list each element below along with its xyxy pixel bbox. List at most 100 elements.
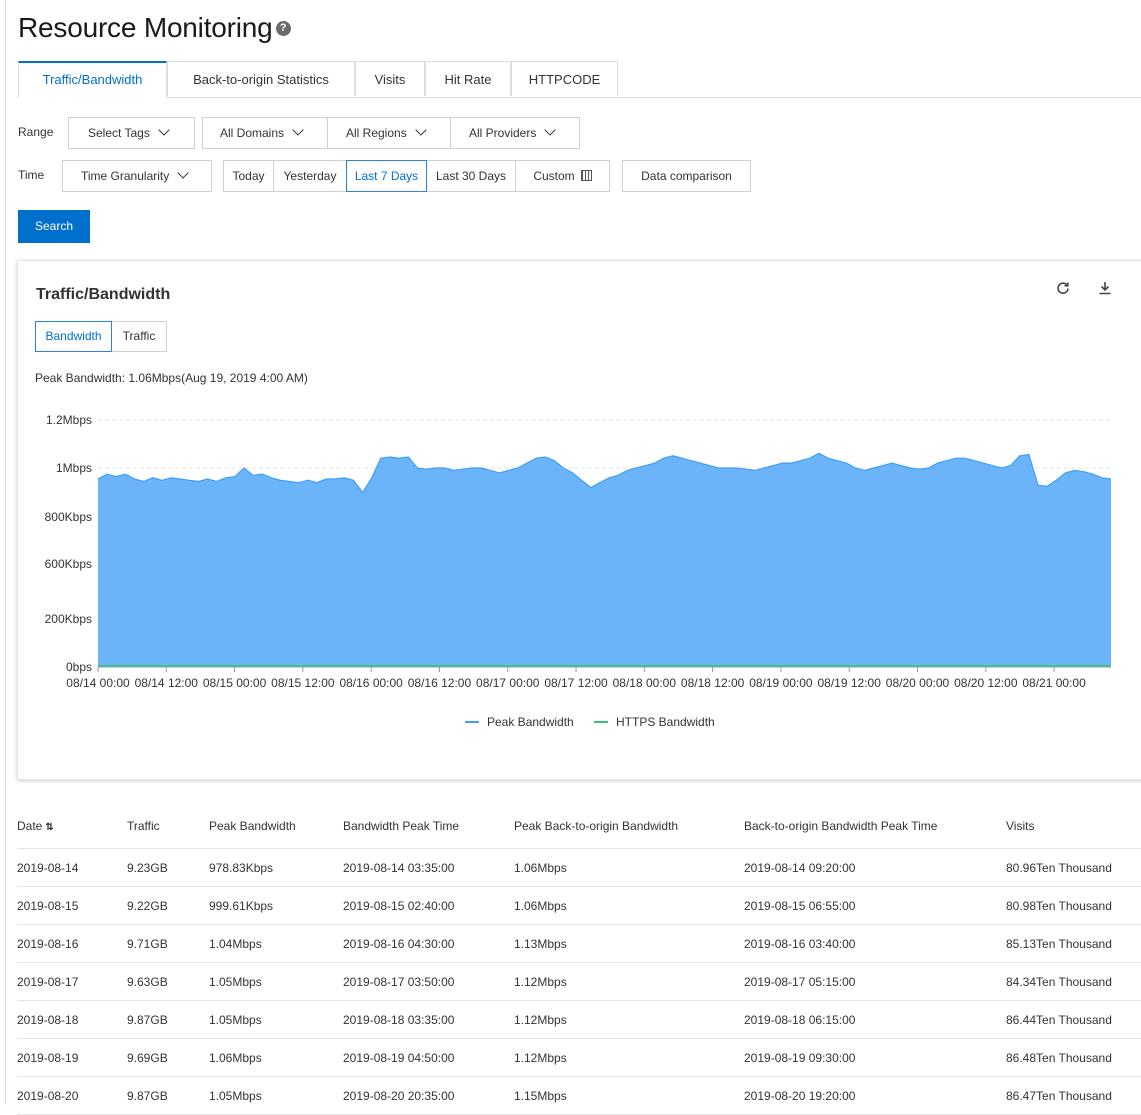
daily-stats-table: Date ⇅ Traffic Peak Bandwidth Bandwidth Peak…	[17, 804, 1141, 1115]
table-row: 2019-08-19 9.69GB 1.06Mbps 2019-08-19 04:50…	[17, 1038, 1141, 1077]
column-header-label: Visits	[1006, 819, 1035, 833]
x-tick-label: 08/20 12:00	[954, 676, 1018, 690]
table-header-row: Date ⇅ Traffic Peak Bandwidth Bandwidth Peak…	[17, 804, 1141, 849]
column-header: Visits	[1006, 804, 1141, 849]
table-cell: 2019-08-18 03:35:00	[343, 1000, 514, 1039]
table-cell: 9.69GB	[127, 1038, 209, 1077]
table-cell: 2019-08-19 09:30:00	[744, 1038, 1006, 1077]
table-row: 2019-08-18 9.87GB 1.05Mbps 2019-08-18 03:35…	[17, 1000, 1141, 1039]
traffic-bandwidth-card: Traffic/Bandwidth Bandwidth Traffic Peak…	[17, 260, 1141, 780]
bandwidth-chart: 0bps 200Kbps 600Kbps 800Kbps 1Mbps 1.2Mbps 08/…	[45, 413, 1112, 729]
y-tick-label: 1Mbps	[56, 461, 92, 475]
page-title: Resource Monitoring?	[18, 12, 291, 44]
table-cell: 2019-08-14 09:20:00	[744, 848, 1006, 887]
column-header-label: Peak Back-to-origin Bandwidth	[514, 819, 679, 833]
bandwidth-toggle[interactable]: Bandwidth	[35, 321, 112, 352]
legend-item: HTTPS Bandwidth	[616, 715, 715, 729]
select-tags-dropdown[interactable]: Select Tags	[68, 117, 195, 149]
select-tags-label: Select Tags	[88, 126, 150, 140]
table-cell: 2019-08-20 20:35:00	[343, 1076, 514, 1115]
table-cell: 2019-08-16	[17, 924, 127, 963]
table-cell: 84.34Ten Thousand	[1006, 962, 1141, 1001]
all-providers-dropdown[interactable]: All Providers	[450, 117, 580, 149]
table-cell: 86.48Ten Thousand	[1006, 1038, 1141, 1077]
time-option-yesterday[interactable]: Yesterday	[273, 160, 347, 192]
x-tick-label: 08/15 00:00	[203, 676, 267, 690]
table-cell: 2019-08-20 19:20:00	[744, 1076, 1006, 1115]
main-tabs: Traffic/Bandwidth Back-to-origin Statist…	[18, 61, 1141, 98]
table-row: 2019-08-14 9.23GB 978.83Kbps 2019-08-14 03:…	[17, 848, 1141, 887]
table-cell: 1.05Mbps	[209, 962, 343, 1001]
table-cell: 9.87GB	[127, 1000, 209, 1039]
all-regions-label: All Regions	[346, 126, 407, 140]
x-tick-label: 08/16 00:00	[339, 676, 403, 690]
all-regions-dropdown[interactable]: All Regions	[327, 117, 451, 149]
time-option-today[interactable]: Today	[223, 160, 274, 192]
x-tick-label: 08/14 00:00	[66, 676, 130, 690]
table-cell: 2019-08-18	[17, 1000, 127, 1039]
table-row: 2019-08-15 9.22GB 999.61Kbps 2019-08-15 02:…	[17, 886, 1141, 925]
x-tick-label: 08/14 12:00	[135, 676, 199, 690]
chevron-down-icon	[177, 167, 189, 179]
chevron-down-icon	[158, 124, 170, 136]
table-cell: 978.83Kbps	[209, 848, 343, 887]
table-cell: 2019-08-15	[17, 886, 127, 925]
column-header-label: Bandwidth Peak Time	[343, 819, 460, 833]
table-cell: 1.12Mbps	[514, 962, 744, 1001]
y-tick-label: 600Kbps	[45, 557, 92, 571]
table-cell: 2019-08-19	[17, 1038, 127, 1077]
table-cell: 2019-08-17 05:15:00	[744, 962, 1006, 1001]
x-tick-label: 08/19 00:00	[749, 676, 813, 690]
custom-date-button[interactable]: Custom	[515, 160, 610, 192]
column-header: Peak Bandwidth	[209, 804, 343, 849]
table-cell: 1.15Mbps	[514, 1076, 744, 1115]
data-comparison-button[interactable]: Data comparison	[622, 160, 751, 192]
column-header[interactable]: Date ⇅	[17, 804, 127, 849]
column-header: Bandwidth Peak Time	[343, 804, 514, 849]
frame-border	[5, 0, 6, 1104]
table-cell: 1.12Mbps	[514, 1000, 744, 1039]
all-domains-dropdown[interactable]: All Domains	[202, 117, 328, 149]
column-header: Traffic	[127, 804, 209, 849]
table-row: 2019-08-16 9.71GB 1.04Mbps 2019-08-16 04:30…	[17, 924, 1141, 963]
table-cell: 1.12Mbps	[514, 1038, 744, 1077]
column-header-label: Traffic	[127, 819, 160, 833]
table-cell: 9.63GB	[127, 962, 209, 1001]
table-body: 2019-08-14 9.23GB 978.83Kbps 2019-08-14 03:…	[17, 848, 1141, 1115]
x-tick-label: 08/17 00:00	[476, 676, 540, 690]
table-cell: 1.06Mbps	[209, 1038, 343, 1077]
table-cell: 2019-08-16 04:30:00	[343, 924, 514, 963]
tab-httpcode[interactable]: HTTPCODE	[511, 61, 618, 96]
tab-back-to-origin[interactable]: Back-to-origin Statistics	[167, 61, 355, 96]
time-granularity-label: Time Granularity	[81, 169, 170, 183]
time-granularity-dropdown[interactable]: Time Granularity	[62, 160, 212, 192]
column-header-label: Back-to-origin Bandwidth Peak Time	[744, 819, 938, 833]
column-header: Peak Back-to-origin Bandwidth	[514, 804, 744, 849]
tab-hit-rate[interactable]: Hit Rate	[425, 61, 511, 96]
x-tick-label: 08/18 00:00	[613, 676, 677, 690]
table-cell: 1.05Mbps	[209, 1000, 343, 1039]
x-tick-label: 08/17 12:00	[544, 676, 608, 690]
column-header-label: Peak Bandwidth	[209, 819, 296, 833]
all-providers-label: All Providers	[469, 126, 537, 140]
table-cell: 86.47Ten Thousand	[1006, 1076, 1141, 1115]
question-circle-icon[interactable]: ?	[275, 21, 291, 36]
time-option-last-7-days[interactable]: Last 7 Days	[346, 160, 427, 192]
time-option-last-30-days[interactable]: Last 30 Days	[426, 160, 516, 192]
table-cell: 1.04Mbps	[209, 924, 343, 963]
column-header: Back-to-origin Bandwidth Peak Time	[744, 804, 1006, 849]
table-cell: 2019-08-18 06:15:00	[744, 1000, 1006, 1039]
table-cell: 80.96Ten Thousand	[1006, 848, 1141, 887]
table-cell: 2019-08-17	[17, 962, 127, 1001]
table-cell: 2019-08-17 03:50:00	[343, 962, 514, 1001]
search-button[interactable]: Search	[18, 210, 90, 243]
tab-visits[interactable]: Visits	[355, 61, 425, 96]
range-label: Range	[18, 125, 54, 139]
tab-traffic-bandwidth[interactable]: Traffic/Bandwidth	[18, 61, 167, 98]
sort-icon[interactable]: ⇅	[45, 822, 53, 833]
table-cell: 999.61Kbps	[209, 886, 343, 925]
table-cell: 2019-08-19 04:50:00	[343, 1038, 514, 1077]
x-tick-label: 08/16 12:00	[408, 676, 472, 690]
y-tick-label: 200Kbps	[45, 612, 92, 626]
table-cell: 9.22GB	[127, 886, 209, 925]
